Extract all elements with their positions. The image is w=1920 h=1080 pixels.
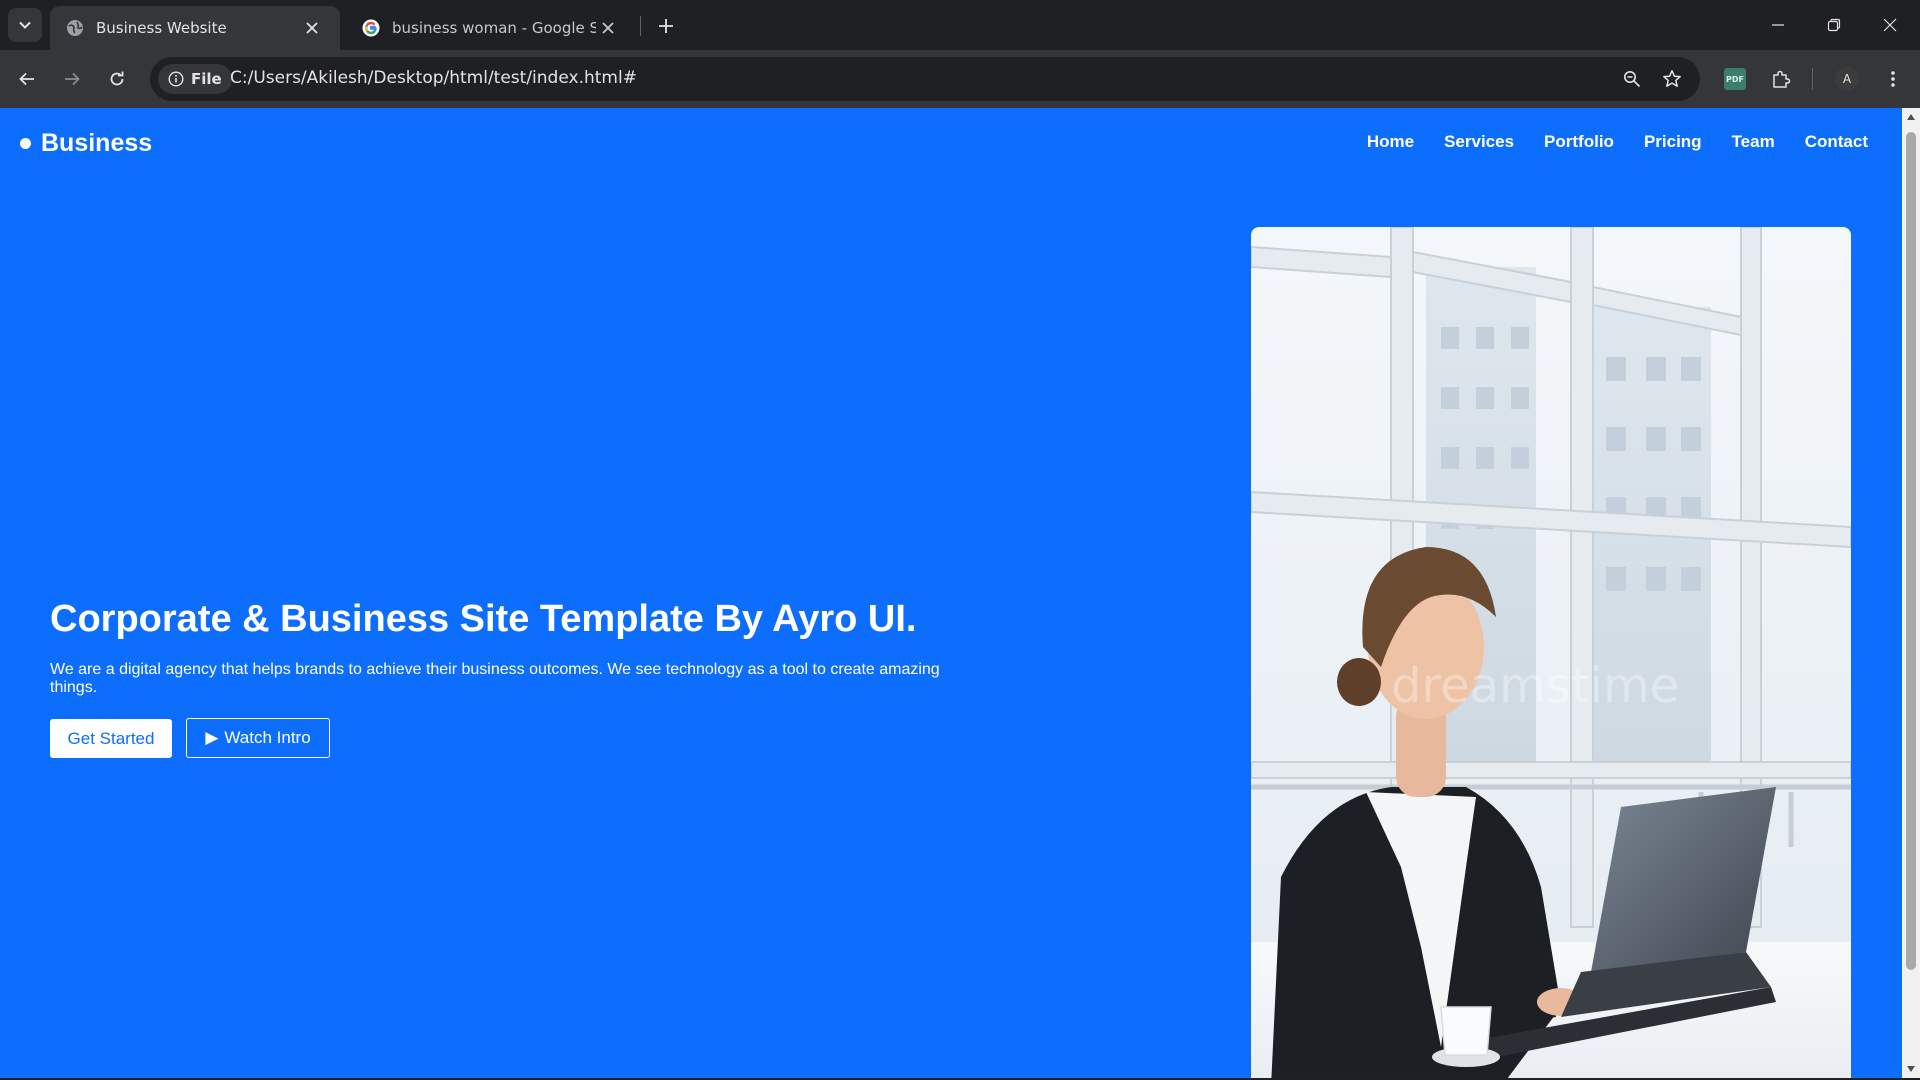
bookmark-button[interactable] (1658, 65, 1686, 93)
chevron-down-icon (19, 21, 31, 29)
tab-google-search[interactable]: business woman - Google Search (346, 6, 636, 50)
nav-link-contact[interactable]: Contact (1805, 132, 1868, 152)
url-text[interactable]: C:/Users/Akilesh/Desktop/html/test/index… (230, 68, 637, 88)
brand-dot-icon (20, 138, 31, 149)
page-scrollbar[interactable] (1902, 108, 1920, 1078)
close-tab-icon[interactable] (596, 16, 620, 40)
back-button[interactable] (10, 62, 44, 96)
triangle-up-icon (1907, 114, 1915, 120)
plus-icon (659, 19, 673, 33)
watch-intro-button[interactable]: ▶ Watch Intro (186, 718, 330, 758)
watermark-text: dreamstime (1391, 658, 1679, 714)
menu-button[interactable] (1876, 62, 1910, 96)
tab-bar: Business Website business woman - Google… (0, 0, 1920, 50)
nav-link-services[interactable]: Services (1444, 132, 1514, 152)
tab-search-button[interactable] (8, 8, 42, 42)
close-tab-icon[interactable] (300, 16, 324, 40)
pdf-extension-button[interactable]: PDF (1718, 62, 1752, 96)
profile-avatar: A (1835, 67, 1859, 91)
restore-button[interactable] (1806, 0, 1862, 50)
triangle-down-icon (1907, 1066, 1915, 1072)
get-started-button[interactable]: Get Started (50, 719, 172, 758)
globe-icon (66, 19, 84, 37)
nav-link-team[interactable]: Team (1732, 132, 1775, 152)
minimize-icon (1772, 24, 1784, 26)
arrow-right-icon (65, 72, 80, 86)
toolbar-separator (1812, 68, 1813, 90)
play-icon: ▶ (205, 728, 219, 747)
scrollbar-thumb[interactable] (1906, 132, 1916, 970)
page-viewport: Business Home Services Portfolio Pricing… (0, 108, 1902, 1078)
site-info-chip[interactable]: File (158, 64, 232, 94)
nav-link-portfolio[interactable]: Portfolio (1544, 132, 1614, 152)
pdf-extension-icon: PDF (1724, 68, 1746, 90)
main-nav: Home Services Portfolio Pricing Team Con… (1367, 132, 1868, 152)
restore-icon (1827, 18, 1841, 32)
hero-title: Corporate & Business Site Template By Ay… (50, 598, 917, 640)
tab-title: Business Website (96, 19, 227, 37)
nav-link-home[interactable]: Home (1367, 132, 1414, 152)
puzzle-icon (1773, 70, 1791, 88)
reload-button[interactable] (100, 62, 134, 96)
scroll-up-arrow[interactable] (1902, 110, 1920, 124)
watch-intro-label: Watch Intro (224, 728, 311, 747)
zoom-button[interactable] (1618, 65, 1646, 93)
tab-title: business woman - Google Search (392, 19, 596, 37)
minimize-button[interactable] (1750, 0, 1806, 50)
forward-button[interactable] (55, 62, 89, 96)
address-bar[interactable]: File C:/Users/Akilesh/Desktop/html/test/… (150, 57, 1700, 101)
info-icon (168, 71, 184, 87)
profile-button[interactable]: A (1830, 62, 1864, 96)
brand-logo[interactable]: Business (20, 129, 152, 158)
scroll-down-arrow[interactable] (1902, 1062, 1920, 1076)
zoom-icon (1624, 71, 1641, 88)
reload-icon (110, 71, 124, 86)
new-tab-button[interactable] (652, 12, 680, 40)
arrow-left-icon (19, 72, 34, 86)
browser-toolbar: File C:/Users/Akilesh/Desktop/html/test/… (0, 50, 1920, 108)
close-icon (1883, 18, 1897, 32)
hero-image: dreamstime (1251, 227, 1851, 1078)
close-window-button[interactable] (1862, 0, 1918, 50)
nav-link-pricing[interactable]: Pricing (1644, 132, 1702, 152)
hero-description: We are a digital agency that helps brand… (50, 661, 940, 696)
google-icon (362, 19, 380, 37)
extensions-button[interactable] (1764, 62, 1798, 96)
kebab-menu-icon (1891, 71, 1895, 87)
brand-name: Business (41, 129, 153, 157)
star-icon (1663, 70, 1681, 87)
scheme-label: File (191, 70, 222, 88)
tab-business-website[interactable]: Business Website (50, 6, 340, 50)
tab-separator (640, 16, 641, 36)
